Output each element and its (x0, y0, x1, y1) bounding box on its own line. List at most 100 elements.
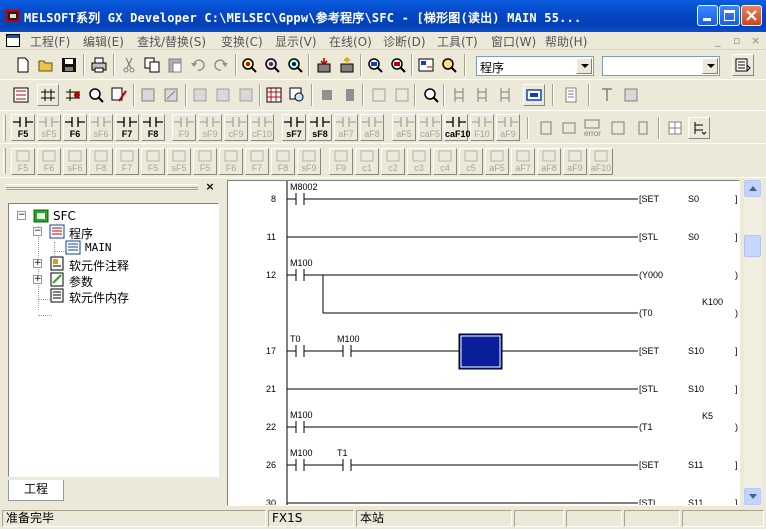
write-mode-button[interactable] (160, 84, 182, 106)
maximize-button[interactable] (719, 5, 740, 26)
monitor-stop-button[interactable] (387, 54, 409, 76)
tree-node-sfc[interactable]: − SFC (17, 208, 197, 224)
fkey-cf9[interactable]: cF9 (224, 114, 248, 141)
edit-cursor[interactable] (458, 333, 503, 370)
sfc-key-1[interactable]: F6 (37, 148, 61, 175)
program-select[interactable]: 程序 (476, 56, 594, 76)
fkey-sf8[interactable]: sF8 (308, 114, 332, 141)
sfc-key-18[interactable]: aF5 (485, 148, 509, 175)
fkey-sf5[interactable]: sF5 (37, 114, 61, 141)
instruction-list-button[interactable] (263, 84, 285, 106)
mdi-close-icon[interactable]: × (751, 34, 760, 47)
vertical-scrollbar[interactable] (744, 180, 762, 506)
ladder-check-button[interactable] (494, 84, 516, 106)
sfc-key-12[interactable]: F9 (329, 148, 353, 175)
sfc-symbol-button[interactable] (535, 117, 557, 139)
toolbar-grip[interactable] (3, 115, 6, 141)
menu-project[interactable]: 工程(F) (30, 33, 70, 50)
sfc-key-11[interactable]: sF9 (297, 148, 321, 175)
sfc-transition-button[interactable] (339, 84, 361, 106)
chevron-down-icon[interactable] (702, 58, 718, 74)
sfc-detail-button[interactable] (688, 117, 710, 139)
sfc-block-button[interactable] (632, 117, 654, 139)
sfc-step-button[interactable] (316, 84, 338, 106)
sfc-key-6[interactable]: sF5 (167, 148, 191, 175)
fkey-f6[interactable]: F6 (63, 114, 87, 141)
document-icon[interactable] (6, 34, 20, 47)
sfc-end-button[interactable] (391, 84, 413, 106)
list-mode-button[interactable] (37, 84, 59, 106)
menu-find-replace[interactable]: 查找/替换(S) (137, 33, 206, 50)
fkey-af8[interactable]: aF8 (360, 114, 384, 141)
sfc-key-4[interactable]: F7 (115, 148, 139, 175)
toolbar-grip[interactable] (3, 148, 6, 174)
fkey-f5[interactable]: F5 (11, 114, 35, 141)
chevron-down-icon[interactable] (576, 58, 592, 74)
mdi-minimize-icon[interactable]: _ (715, 34, 721, 47)
menu-tools[interactable]: 工具(T) (437, 33, 478, 50)
menu-convert[interactable]: 变换(C) (221, 33, 263, 50)
ladder-diagram[interactable]: 8 M8002 [SET S0] 11 [STL S0] 12 M100 (Y000) (T0 K10… (228, 181, 739, 505)
sfc-key-7[interactable]: F5 (193, 148, 217, 175)
fkey-sf6[interactable]: sF6 (89, 114, 113, 141)
print-button[interactable] (88, 54, 110, 76)
copy-button[interactable] (141, 54, 163, 76)
tree-node-device-comment[interactable]: + 软元件注释 (33, 256, 203, 273)
display-toggle-button[interactable] (523, 84, 545, 106)
sfc-key-9[interactable]: F7 (245, 148, 269, 175)
sfc-key-0[interactable]: F5 (11, 148, 35, 175)
sfc-key-5[interactable]: F5 (141, 148, 165, 175)
insert-row-button[interactable] (235, 84, 257, 106)
ladder-editor[interactable]: 8 M8002 [SET S0] 11 [STL S0] 12 M100 (Y000) (T0 K10… (227, 180, 740, 506)
fkey-caf10[interactable]: caF10 (444, 114, 471, 141)
menu-diagnostics[interactable]: 诊断(D) (383, 33, 426, 50)
sfc-key-10[interactable]: F8 (271, 148, 295, 175)
menu-view[interactable]: 显示(V) (275, 33, 317, 50)
save-button[interactable] (58, 54, 80, 76)
find-step-button[interactable] (284, 54, 306, 76)
sfc-key-2[interactable]: sF6 (63, 148, 87, 175)
ladder-mode-button[interactable] (10, 84, 32, 106)
zoom-button[interactable] (85, 84, 107, 106)
expand-icon[interactable]: + (33, 259, 42, 268)
fkey-sf9[interactable]: sF9 (198, 114, 222, 141)
convert-button[interactable] (189, 84, 211, 106)
device-search-button[interactable] (286, 84, 308, 106)
convert-all-button[interactable] (212, 84, 234, 106)
panel-close-icon[interactable]: × (203, 181, 217, 194)
open-project-button[interactable] (35, 54, 57, 76)
sfc-comment-button[interactable] (558, 117, 580, 139)
menu-window[interactable]: 窗口(W) (491, 33, 536, 50)
ladder-convert-button[interactable] (448, 84, 470, 106)
read-from-plc-button[interactable] (336, 54, 358, 76)
fkey-cf10[interactable]: cF10 (250, 114, 274, 141)
cross-reference-button[interactable] (108, 84, 130, 106)
sfc-jump-button[interactable] (368, 84, 390, 106)
error-step-button[interactable]: error (581, 117, 603, 139)
sfc-key-8[interactable]: F6 (219, 148, 243, 175)
cut-button[interactable] (118, 54, 140, 76)
fkey-af9[interactable]: aF9 (496, 114, 520, 141)
fkey-f8[interactable]: F8 (141, 114, 165, 141)
step-number-button[interactable] (607, 117, 629, 139)
tree-node-parameter[interactable]: + 参数 (33, 272, 203, 289)
sfc-key-3[interactable]: F8 (89, 148, 113, 175)
scroll-thumb[interactable] (744, 235, 761, 257)
sfc-key-16[interactable]: c4 (433, 148, 457, 175)
collapse-icon[interactable]: − (17, 211, 26, 220)
program-list-button[interactable] (560, 84, 582, 106)
redo-button[interactable] (210, 54, 232, 76)
close-button[interactable] (741, 5, 762, 26)
sfc-monitor-button[interactable] (420, 84, 442, 106)
fkey-f9[interactable]: F9 (172, 114, 196, 141)
tree-node-device-memory[interactable]: 软元件内存 (33, 288, 203, 305)
sfc-key-21[interactable]: aF9 (563, 148, 587, 175)
sfc-key-19[interactable]: aF7 (511, 148, 535, 175)
sfc-key-22[interactable]: aF10 (589, 148, 613, 175)
sfc-list-button[interactable] (664, 117, 686, 139)
fkey-caf5[interactable]: caF5 (418, 114, 442, 141)
new-project-button[interactable] (12, 54, 34, 76)
find-device-button[interactable] (238, 54, 260, 76)
collapse-icon[interactable]: − (33, 227, 42, 236)
fkey-f10[interactable]: F10 (470, 114, 494, 141)
